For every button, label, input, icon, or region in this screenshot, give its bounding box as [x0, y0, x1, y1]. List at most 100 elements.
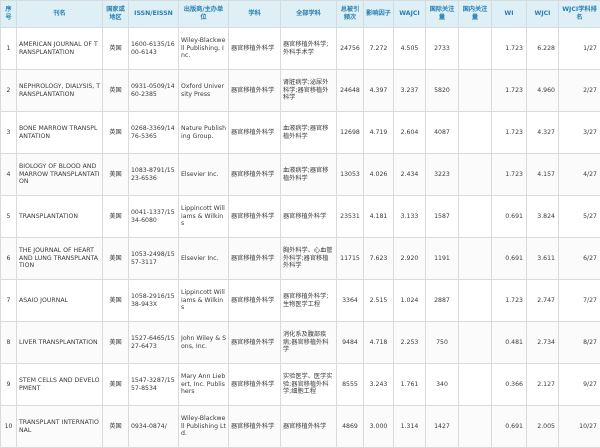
cell-wajci: 2.920	[393, 237, 426, 280]
table-row: 7 ASAIO JOURNAL 美国 1058-2916/1538-943X L…	[0, 279, 600, 322]
cell-issn: 1600-6135/1600-6143	[128, 27, 179, 70]
cell-wjci-rank: 4/27	[558, 153, 600, 196]
col-header-domestic-attention[interactable]: 国内关注量	[458, 0, 492, 28]
cell-intl-attention: 5820	[425, 69, 459, 112]
cell-no: 3	[0, 111, 17, 154]
cell-intl-attention: 1191	[425, 237, 459, 280]
cell-wajci: 2.253	[393, 321, 426, 364]
table-row: 6 THE JOURNAL OF HEART AND LUNG TRANSPLA…	[0, 237, 600, 280]
cell-subject: 器官移植外科学	[228, 111, 281, 154]
cell-intl-attention: 1427	[425, 405, 459, 448]
cell-journal: STEM CELLS AND DEVELOPMENT	[16, 363, 103, 406]
cell-country: 美国	[102, 153, 129, 196]
cell-country: 美国	[102, 363, 129, 406]
cell-wjci: 4.960	[526, 69, 559, 112]
cell-country: 美国	[102, 321, 129, 364]
cell-subject: 器官移植外科学	[228, 69, 281, 112]
cell-intl-attention: 1587	[425, 195, 459, 238]
cell-all-subjects: 血液病学;器官移植外科学	[280, 153, 337, 196]
cell-wjci: 4.327	[526, 111, 559, 154]
cell-no: 6	[0, 237, 17, 280]
cell-issn: 1083-8791/1523-6536	[128, 153, 179, 196]
col-header-publisher[interactable]: 出版商/主办单位	[178, 0, 229, 28]
cell-subject: 器官移植外科学	[228, 237, 281, 280]
cell-wjci: 2.127	[526, 363, 559, 406]
cell-publisher: John Wiley & Sons, Inc.	[178, 321, 229, 364]
cell-intl-attention: 750	[425, 321, 459, 364]
cell-impact-factor: 4.026	[363, 153, 394, 196]
cell-citations: 24648	[336, 69, 364, 112]
cell-impact-factor: 2.515	[363, 279, 394, 322]
cell-wjci-rank: 10/27	[558, 405, 600, 448]
cell-subject: 器官移植外科学	[228, 153, 281, 196]
table-row: 2 NEPHROLOGY, DIALYSIS, TRANSPLANTATION …	[0, 69, 600, 112]
col-header-issn[interactable]: ISSN/EISSN	[128, 0, 179, 28]
cell-journal: BONE MARROW TRANSPLANTATION	[16, 111, 103, 154]
cell-domestic-attention	[458, 237, 492, 280]
cell-impact-factor: 4.718	[363, 321, 394, 364]
cell-wajci: 4.505	[393, 27, 426, 70]
cell-publisher: Lippincott Williams & Wilkins	[178, 195, 229, 238]
cell-no: 8	[0, 321, 17, 364]
cell-domestic-attention	[458, 195, 492, 238]
cell-wjci: 3.611	[526, 237, 559, 280]
table-row: 4 BIOLOGY OF BLOOD AND MARROW TRANSPLANT…	[0, 153, 600, 196]
cell-subject: 器官移植外科学	[228, 195, 281, 238]
table-row: 3 BONE MARROW TRANSPLANTATION 英国 0268-33…	[0, 111, 600, 154]
cell-wjci: 6.228	[526, 27, 559, 70]
cell-wi: 0.691	[491, 237, 527, 280]
cell-publisher: Elsevier Inc.	[178, 237, 229, 280]
cell-all-subjects: 器官移植外科学;生物医学工程	[280, 279, 337, 322]
cell-wjci-rank: 6/27	[558, 237, 600, 280]
cell-no: 1	[0, 27, 17, 70]
cell-wjci: 2.734	[526, 321, 559, 364]
cell-intl-attention: 4087	[425, 111, 459, 154]
cell-no: 2	[0, 69, 17, 112]
cell-all-subjects: 胸外科学、心血管外科学;器官移植外科学	[280, 237, 337, 280]
cell-issn: 1053-2498/1557-3117	[128, 237, 179, 280]
cell-impact-factor: 4.719	[363, 111, 394, 154]
cell-wi: 1.723	[491, 69, 527, 112]
col-header-wjci[interactable]: WJCI	[526, 0, 559, 28]
cell-wi: 0.366	[491, 363, 527, 406]
cell-issn: 0041-1337/1534-6080	[128, 195, 179, 238]
col-header-wajci[interactable]: WAJCI	[393, 0, 426, 28]
cell-publisher: Wiley-Blackwell Publishing Ltd.	[178, 405, 229, 448]
cell-no: 5	[0, 195, 17, 238]
cell-all-subjects: 肾脏病学;泌尿外科学;器官移植外科学	[280, 69, 337, 112]
col-header-no[interactable]: 序号	[0, 0, 17, 28]
table-row: 5 TRANSPLANTATION 美国 0041-1337/1534-6080…	[0, 195, 600, 238]
cell-domestic-attention	[458, 405, 492, 448]
cell-subject: 器官移植外科学	[228, 405, 281, 448]
cell-domestic-attention	[458, 279, 492, 322]
col-header-wjci-rank[interactable]: WJCI学科排名	[558, 0, 600, 28]
cell-impact-factor: 4.181	[363, 195, 394, 238]
cell-wjci-rank: 3/27	[558, 111, 600, 154]
cell-wajci: 2.604	[393, 111, 426, 154]
cell-domestic-attention	[458, 69, 492, 112]
cell-citations: 23531	[336, 195, 364, 238]
cell-all-subjects: 血液病学;器官移植外科学	[280, 111, 337, 154]
cell-all-subjects: 消化系及腹部疾病;器官移植外科学	[280, 321, 337, 364]
col-header-wi[interactable]: WI	[491, 0, 527, 28]
cell-domestic-attention	[458, 111, 492, 154]
col-header-subject[interactable]: 学科	[228, 0, 281, 28]
table-row: 9 STEM CELLS AND DEVELOPMENT 美国 1547-328…	[0, 363, 600, 406]
cell-country: 美国	[102, 279, 129, 322]
cell-issn: 0931-0509/1460-2385	[128, 69, 179, 112]
cell-journal: TRANSPLANT INTERNATIONAL	[16, 405, 103, 448]
cell-no: 9	[0, 363, 17, 406]
col-header-citations[interactable]: 总被引频次	[336, 0, 364, 28]
col-header-country[interactable]: 国家或地区	[102, 0, 129, 28]
cell-issn: 1547-3287/1557-8534	[128, 363, 179, 406]
cell-wjci: 3.824	[526, 195, 559, 238]
cell-issn: 0934-0874/	[128, 405, 179, 448]
col-header-intl-attention[interactable]: 国际关注量	[425, 0, 459, 28]
cell-all-subjects: 器官移植外科学;外科手术学	[280, 27, 337, 70]
cell-publisher: Elsevier Inc.	[178, 153, 229, 196]
col-header-impact-factor[interactable]: 影响因子	[363, 0, 394, 28]
cell-impact-factor: 7.272	[363, 27, 394, 70]
col-header-all-subjects[interactable]: 全部学科	[280, 0, 337, 28]
col-header-journal[interactable]: 刊名	[16, 0, 103, 28]
cell-wi: 0.691	[491, 405, 527, 448]
